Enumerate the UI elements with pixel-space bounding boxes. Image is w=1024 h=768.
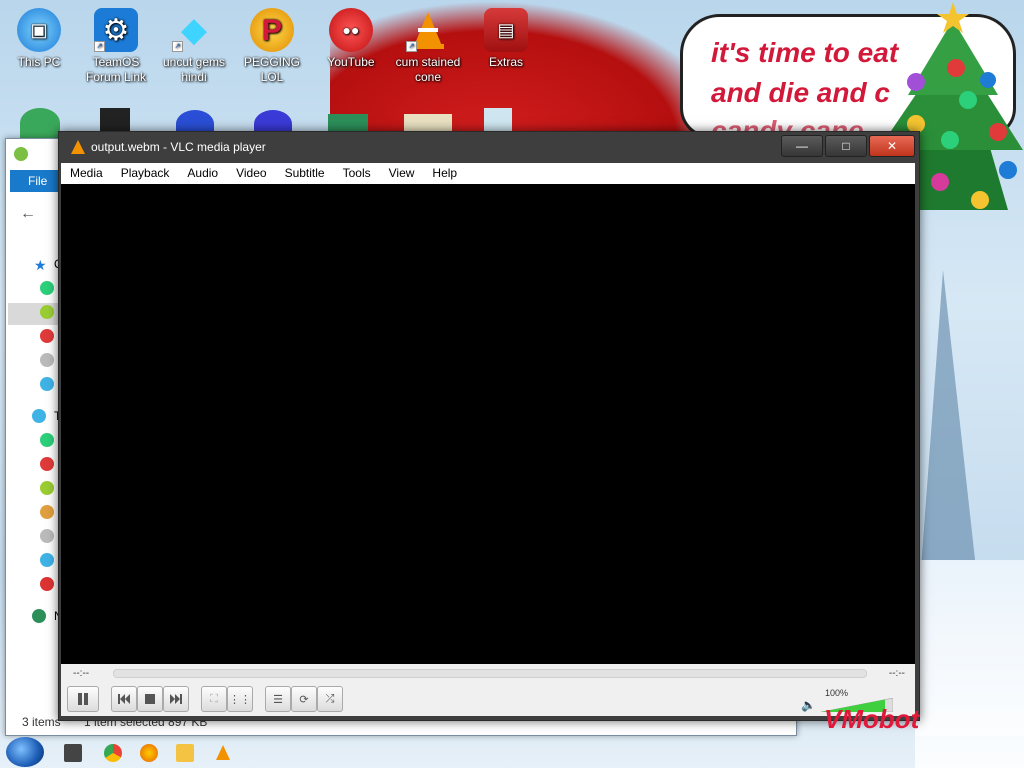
desktop-icon-youtube[interactable]: ●● YouTube (315, 8, 387, 70)
speech-line-2: and die and c (711, 77, 890, 108)
video-area[interactable] (61, 184, 915, 664)
desktop-icon-pegging[interactable]: P PEGGING LOL (236, 8, 308, 85)
maximize-button[interactable]: □ (825, 135, 867, 157)
speaker-icon[interactable]: 🔈 (801, 698, 816, 712)
nav-ornament-icon[interactable] (40, 305, 54, 319)
desktop-icon-cone[interactable]: ↗ cum stained cone (392, 8, 464, 85)
desktop-icon-uncut-gems[interactable]: ◆ ↗ uncut gems hindi (158, 8, 230, 85)
explorer-ornament-icon (14, 147, 28, 161)
next-button[interactable] (163, 686, 189, 712)
desktop-icon-label: uncut gems hindi (162, 55, 226, 84)
nav-ornament-icon[interactable] (40, 281, 54, 295)
close-button[interactable]: ✕ (869, 135, 915, 157)
desktop-icon-teamos[interactable]: ⚙ ↗ TeamOS Forum Link (80, 8, 152, 85)
vlc-titlebar[interactable]: output.webm - VLC media player — □ ✕ (59, 132, 919, 163)
desktop-icon-label: This PC (17, 55, 61, 69)
desktop-icon-partial[interactable] (20, 108, 60, 138)
nav-ornament-icon[interactable] (40, 505, 54, 519)
nav-ornament-icon[interactable] (40, 481, 54, 495)
menu-view[interactable]: View (380, 163, 424, 184)
nav-ornament-icon[interactable] (40, 529, 54, 543)
desktop-icon-label: Extras (488, 55, 523, 69)
desktop-icon-this-pc[interactable]: ▣ This PC (3, 8, 75, 70)
vlc-cone-icon (71, 140, 85, 154)
firefox-icon[interactable] (140, 744, 158, 762)
folder-icon: ▤ (484, 8, 528, 52)
nav-ornament-icon[interactable] (40, 433, 54, 447)
seek-slider[interactable] (113, 669, 867, 678)
menu-playback[interactable]: Playback (112, 163, 179, 184)
volume-percent: 100% (825, 688, 849, 698)
vlc-cone-icon: ↗ (406, 8, 450, 52)
nav-ornament-icon[interactable] (40, 577, 54, 591)
status-item-count: 3 items (22, 715, 61, 729)
start-button[interactable] (6, 737, 44, 767)
desktop-icon-label: YouTube (327, 55, 375, 69)
star-icon: ★ (34, 257, 47, 273)
playlist-button[interactable]: ☰ (265, 686, 291, 712)
fullscreen-button[interactable]: ⛶ (201, 686, 227, 712)
desktop-icon-label: cum stained cone (395, 55, 461, 84)
computer-icon: ▣ (17, 8, 61, 52)
loop-button[interactable]: ⟳ (291, 686, 317, 712)
vlc-taskbar-icon[interactable] (214, 744, 232, 762)
file-explorer-icon[interactable] (176, 744, 194, 762)
elapsed-time: --:-- (73, 668, 90, 679)
nav-ornament-icon[interactable] (40, 553, 54, 567)
nav-ornament-icon[interactable] (40, 329, 54, 343)
control-bar: --:-- --:-- ⛶ ⋮⋮ ☰ ⟳ ⤮ 🔈 100% (61, 664, 915, 716)
p-logo-icon: P (250, 8, 294, 52)
pause-button[interactable] (67, 686, 99, 712)
minimize-button[interactable]: — (781, 135, 823, 157)
desktop-icon-label: PEGGING LOL (243, 55, 300, 84)
nav-ornament-icon[interactable] (40, 353, 54, 367)
menu-subtitle[interactable]: Subtitle (276, 163, 334, 184)
desktop-icon-extras[interactable]: ▤ Extras (470, 8, 542, 70)
shuffle-button[interactable]: ⤮ (317, 686, 343, 712)
ribbon-file-tab[interactable]: File (10, 170, 60, 192)
desktop-icon-label: TeamOS Forum Link (85, 55, 147, 84)
nav-ornament-icon (32, 409, 46, 423)
task-view-icon[interactable] (64, 744, 82, 762)
nav-ornament-icon[interactable] (40, 457, 54, 471)
back-arrow-icon[interactable]: ← (20, 205, 36, 223)
menu-audio[interactable]: Audio (178, 163, 227, 184)
stop-button[interactable] (137, 686, 163, 712)
menu-tools[interactable]: Tools (334, 163, 380, 184)
angry-bird-icon: ●● (329, 8, 373, 52)
menu-bar: Media Playback Audio Video Subtitle Tool… (61, 163, 915, 184)
gear-icon: ⚙ ↗ (94, 8, 138, 52)
diamond-icon: ◆ ↗ (172, 8, 216, 52)
vlc-window[interactable]: output.webm - VLC media player — □ ✕ Med… (58, 131, 920, 721)
window-title: output.webm - VLC media player (91, 140, 266, 154)
menu-media[interactable]: Media (61, 163, 112, 184)
total-time: --:-- (888, 668, 905, 679)
menu-help[interactable]: Help (423, 163, 466, 184)
nav-ornament-icon[interactable] (40, 377, 54, 391)
wallpaper-signature: VMobot (824, 704, 920, 734)
menu-video[interactable]: Video (227, 163, 275, 184)
previous-button[interactable] (111, 686, 137, 712)
chrome-icon[interactable] (104, 744, 122, 762)
extended-settings-button[interactable]: ⋮⋮ (227, 686, 253, 712)
nav-ornament-icon (32, 609, 46, 623)
